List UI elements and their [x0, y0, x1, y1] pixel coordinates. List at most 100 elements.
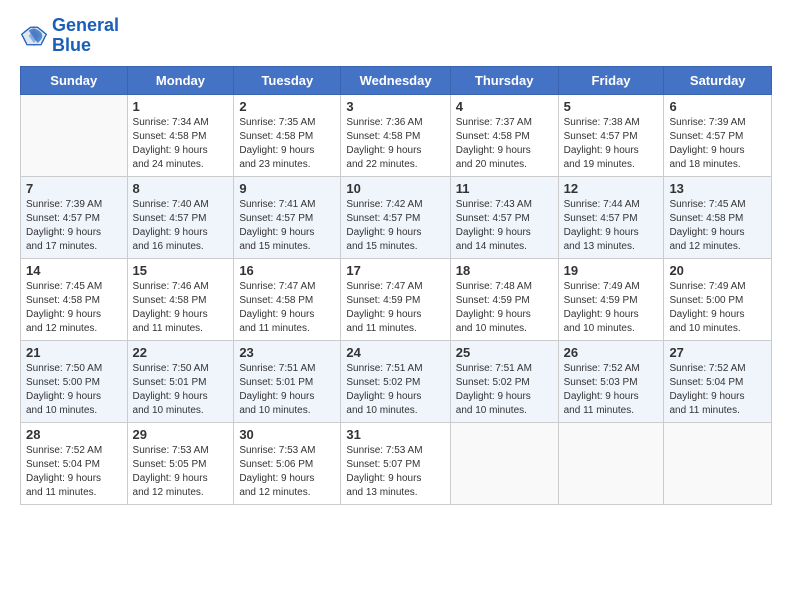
day-info: Sunrise: 7:41 AM Sunset: 4:57 PM Dayligh…: [239, 198, 335, 254]
day-number: 13: [669, 181, 766, 196]
day-number: 1: [133, 99, 229, 114]
calendar-cell: 19 Sunrise: 7:49 AM Sunset: 4:59 PM Dayli…: [558, 258, 664, 340]
day-info: Sunrise: 7:47 AM Sunset: 4:59 PM Dayligh…: [346, 280, 444, 336]
day-info: Sunrise: 7:43 AM Sunset: 4:57 PM Dayligh…: [456, 198, 553, 254]
calendar-cell: 5 Sunrise: 7:38 AM Sunset: 4:57 PM Daylig…: [558, 94, 664, 176]
day-info: Sunrise: 7:49 AM Sunset: 4:59 PM Dayligh…: [564, 280, 659, 336]
day-number: 31: [346, 427, 444, 442]
day-info: Sunrise: 7:35 AM Sunset: 4:58 PM Dayligh…: [239, 116, 335, 172]
day-info: Sunrise: 7:50 AM Sunset: 5:01 PM Dayligh…: [133, 362, 229, 418]
calendar-cell: 11Sunrise: 7:43 AM Sunset: 4:57 PM Dayli…: [450, 176, 558, 258]
calendar-cell: 17 Sunrise: 7:47 AM Sunset: 4:59 PM Dayli…: [341, 258, 450, 340]
day-number: 20: [669, 263, 766, 278]
day-info: Sunrise: 7:50 AM Sunset: 5:00 PM Dayligh…: [26, 362, 122, 418]
calendar-cell: 31Sunrise: 7:53 AM Sunset: 5:07 PM Dayli…: [341, 422, 450, 504]
calendar-cell: 15 Sunrise: 7:46 AM Sunset: 4:58 PM Dayli…: [127, 258, 234, 340]
day-header-friday: Friday: [558, 66, 664, 94]
day-number: 30: [239, 427, 335, 442]
day-header-sunday: Sunday: [21, 66, 128, 94]
day-header-thursday: Thursday: [450, 66, 558, 94]
page: General Blue SundayMondayTuesdayWednesda…: [0, 0, 792, 612]
day-number: 22: [133, 345, 229, 360]
day-number: 19: [564, 263, 659, 278]
calendar-cell: 26 Sunrise: 7:52 AM Sunset: 5:03 PM Dayli…: [558, 340, 664, 422]
day-info: Sunrise: 7:40 AM Sunset: 4:57 PM Dayligh…: [133, 198, 229, 254]
day-number: 29: [133, 427, 229, 442]
calendar-cell: 28 Sunrise: 7:52 AM Sunset: 5:04 PM Dayli…: [21, 422, 128, 504]
day-number: 6: [669, 99, 766, 114]
day-number: 26: [564, 345, 659, 360]
day-info: Sunrise: 7:44 AM Sunset: 4:57 PM Dayligh…: [564, 198, 659, 254]
calendar-cell: 23 Sunrise: 7:51 AM Sunset: 5:01 PM Dayli…: [234, 340, 341, 422]
calendar-cell: 7 Sunrise: 7:39 AM Sunset: 4:57 PM Daylig…: [21, 176, 128, 258]
day-info: Sunrise: 7:53 AM Sunset: 5:05 PM Dayligh…: [133, 444, 229, 500]
day-info: Sunrise: 7:34 AM Sunset: 4:58 PM Dayligh…: [133, 116, 229, 172]
day-info: Sunrise: 7:51 AM Sunset: 5:01 PM Dayligh…: [239, 362, 335, 418]
day-number: 25: [456, 345, 553, 360]
day-number: 9: [239, 181, 335, 196]
day-number: 21: [26, 345, 122, 360]
day-number: 15: [133, 263, 229, 278]
day-header-wednesday: Wednesday: [341, 66, 450, 94]
calendar-cell: 1 Sunrise: 7:34 AM Sunset: 4:58 PM Daylig…: [127, 94, 234, 176]
day-info: Sunrise: 7:51 AM Sunset: 5:02 PM Dayligh…: [346, 362, 444, 418]
calendar-header-row: SundayMondayTuesdayWednesdayThursdayFrid…: [21, 66, 772, 94]
calendar-cell: 14 Sunrise: 7:45 AM Sunset: 4:58 PM Dayli…: [21, 258, 128, 340]
calendar-cell: 9 Sunrise: 7:41 AM Sunset: 4:57 PM Daylig…: [234, 176, 341, 258]
calendar-week-3: 14 Sunrise: 7:45 AM Sunset: 4:58 PM Dayli…: [21, 258, 772, 340]
day-header-saturday: Saturday: [664, 66, 772, 94]
calendar-cell: [558, 422, 664, 504]
calendar-week-1: 1 Sunrise: 7:34 AM Sunset: 4:58 PM Daylig…: [21, 94, 772, 176]
day-info: Sunrise: 7:42 AM Sunset: 4:57 PM Dayligh…: [346, 198, 444, 254]
calendar-cell: 22 Sunrise: 7:50 AM Sunset: 5:01 PM Dayli…: [127, 340, 234, 422]
day-header-tuesday: Tuesday: [234, 66, 341, 94]
day-info: Sunrise: 7:37 AM Sunset: 4:58 PM Dayligh…: [456, 116, 553, 172]
day-number: 8: [133, 181, 229, 196]
calendar-cell: 2 Sunrise: 7:35 AM Sunset: 4:58 PM Daylig…: [234, 94, 341, 176]
day-info: Sunrise: 7:52 AM Sunset: 5:04 PM Dayligh…: [26, 444, 122, 500]
header: General Blue: [20, 16, 772, 56]
day-number: 14: [26, 263, 122, 278]
day-info: Sunrise: 7:39 AM Sunset: 4:57 PM Dayligh…: [26, 198, 122, 254]
calendar-cell: 8 Sunrise: 7:40 AM Sunset: 4:57 PM Daylig…: [127, 176, 234, 258]
day-info: Sunrise: 7:52 AM Sunset: 5:04 PM Dayligh…: [669, 362, 766, 418]
calendar-cell: 29 Sunrise: 7:53 AM Sunset: 5:05 PM Dayli…: [127, 422, 234, 504]
day-info: Sunrise: 7:46 AM Sunset: 4:58 PM Dayligh…: [133, 280, 229, 336]
calendar-cell: 3 Sunrise: 7:36 AM Sunset: 4:58 PM Daylig…: [341, 94, 450, 176]
calendar-week-4: 21 Sunrise: 7:50 AM Sunset: 5:00 PM Dayli…: [21, 340, 772, 422]
calendar-cell: 10Sunrise: 7:42 AM Sunset: 4:57 PM Dayli…: [341, 176, 450, 258]
calendar-cell: 24 Sunrise: 7:51 AM Sunset: 5:02 PM Dayli…: [341, 340, 450, 422]
calendar-cell: 18Sunrise: 7:48 AM Sunset: 4:59 PM Dayli…: [450, 258, 558, 340]
day-number: 27: [669, 345, 766, 360]
calendar-cell: 13 Sunrise: 7:45 AM Sunset: 4:58 PM Dayli…: [664, 176, 772, 258]
day-info: Sunrise: 7:48 AM Sunset: 4:59 PM Dayligh…: [456, 280, 553, 336]
day-number: 28: [26, 427, 122, 442]
day-number: 23: [239, 345, 335, 360]
calendar-cell: [21, 94, 128, 176]
day-info: Sunrise: 7:39 AM Sunset: 4:57 PM Dayligh…: [669, 116, 766, 172]
day-number: 3: [346, 99, 444, 114]
day-number: 2: [239, 99, 335, 114]
day-info: Sunrise: 7:45 AM Sunset: 4:58 PM Dayligh…: [26, 280, 122, 336]
calendar-cell: 4 Sunrise: 7:37 AM Sunset: 4:58 PM Daylig…: [450, 94, 558, 176]
day-number: 17: [346, 263, 444, 278]
logo: General Blue: [20, 16, 119, 56]
day-number: 24: [346, 345, 444, 360]
day-info: Sunrise: 7:52 AM Sunset: 5:03 PM Dayligh…: [564, 362, 659, 418]
day-info: Sunrise: 7:36 AM Sunset: 4:58 PM Dayligh…: [346, 116, 444, 172]
logo-icon: [20, 22, 48, 50]
calendar-cell: 16Sunrise: 7:47 AM Sunset: 4:58 PM Dayli…: [234, 258, 341, 340]
day-number: 5: [564, 99, 659, 114]
day-info: Sunrise: 7:49 AM Sunset: 5:00 PM Dayligh…: [669, 280, 766, 336]
calendar-cell: [450, 422, 558, 504]
calendar-cell: 12Sunrise: 7:44 AM Sunset: 4:57 PM Dayli…: [558, 176, 664, 258]
calendar-cell: 25Sunrise: 7:51 AM Sunset: 5:02 PM Dayli…: [450, 340, 558, 422]
calendar-cell: 6 Sunrise: 7:39 AM Sunset: 4:57 PM Daylig…: [664, 94, 772, 176]
day-number: 16: [239, 263, 335, 278]
day-info: Sunrise: 7:53 AM Sunset: 5:06 PM Dayligh…: [239, 444, 335, 500]
day-number: 4: [456, 99, 553, 114]
calendar-cell: 27 Sunrise: 7:52 AM Sunset: 5:04 PM Dayli…: [664, 340, 772, 422]
day-number: 7: [26, 181, 122, 196]
day-info: Sunrise: 7:45 AM Sunset: 4:58 PM Dayligh…: [669, 198, 766, 254]
day-info: Sunrise: 7:38 AM Sunset: 4:57 PM Dayligh…: [564, 116, 659, 172]
